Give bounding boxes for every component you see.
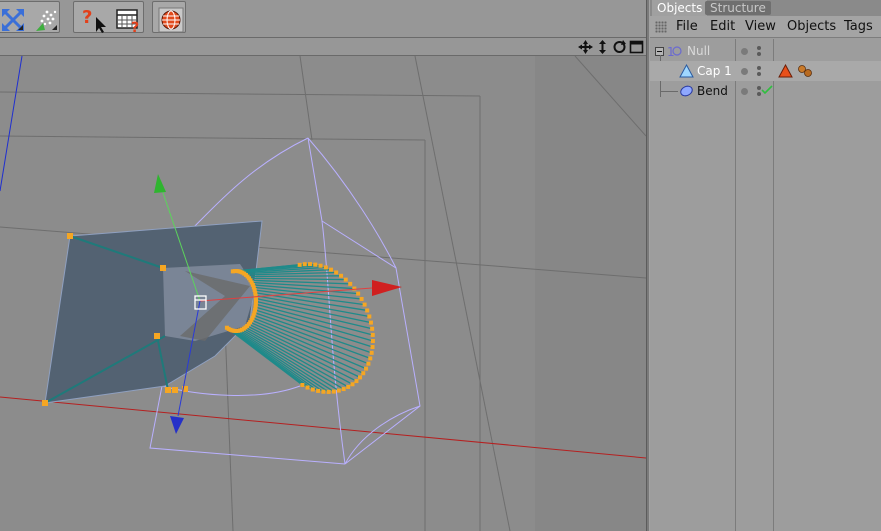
point	[316, 388, 321, 393]
point	[367, 314, 372, 319]
cap-edge	[247, 275, 342, 278]
object-list: 1 Null Cap 1 Bend	[650, 39, 881, 531]
point	[365, 308, 370, 313]
menu-tags[interactable]: Tags	[844, 19, 873, 34]
viewport-scene[interactable]	[0, 56, 646, 531]
point	[302, 262, 307, 267]
render-visibility-dot[interactable]	[757, 72, 761, 76]
point	[323, 265, 328, 270]
point	[359, 296, 364, 301]
cap-object-icon	[679, 64, 694, 78]
render-visibility-dot[interactable]	[757, 66, 761, 70]
tab-objects[interactable]: Objects	[652, 0, 708, 16]
3d-viewport[interactable]	[0, 38, 646, 531]
point	[370, 345, 375, 350]
render-globe-icon[interactable]	[155, 4, 184, 33]
move-view-icon[interactable]	[578, 40, 593, 54]
point	[352, 286, 357, 291]
toolbar-group-1	[0, 1, 60, 33]
editor-visibility-dot[interactable]	[741, 48, 748, 55]
null-object-icon: 1	[667, 45, 682, 59]
point	[310, 387, 315, 392]
point	[358, 375, 363, 380]
zoom-view-icon[interactable]	[595, 40, 610, 54]
object-name[interactable]: Null	[687, 44, 710, 58]
render-visibility-dot[interactable]	[757, 46, 761, 50]
point	[354, 379, 359, 384]
maximize-arrows-icon[interactable]	[0, 4, 25, 32]
point	[369, 350, 374, 355]
point	[318, 263, 323, 268]
point	[370, 339, 375, 344]
object-manager-menubar: File Edit View Objects Tags	[650, 16, 881, 38]
point	[326, 389, 331, 394]
rotate-view-icon[interactable]	[612, 40, 627, 54]
point	[336, 388, 341, 393]
point	[343, 277, 348, 282]
object-manager: Objects Structure File Edit View Objects…	[650, 0, 881, 531]
tab-structure[interactable]: Structure	[705, 1, 771, 15]
point	[366, 361, 371, 366]
point	[305, 385, 310, 390]
object-name[interactable]: Cap 1	[697, 64, 732, 78]
point	[300, 382, 305, 387]
bend-deformer-icon	[680, 85, 693, 97]
material-tag-icon[interactable]	[797, 64, 813, 78]
menu-view[interactable]: View	[745, 19, 776, 34]
point	[42, 400, 48, 406]
phong-tag-icon[interactable]	[778, 64, 793, 78]
menu-edit[interactable]: Edit	[710, 19, 735, 34]
object-row-cap[interactable]: Cap 1	[650, 61, 881, 81]
editor-visibility-dot[interactable]	[741, 88, 748, 95]
enabled-check-icon[interactable]	[761, 85, 773, 95]
toolbar-group-3	[152, 1, 186, 33]
point	[370, 332, 375, 337]
object-row-null[interactable]: 1 Null	[650, 41, 881, 61]
calendar-help-icon[interactable]: ?	[112, 4, 142, 34]
point	[224, 325, 229, 330]
point	[341, 387, 346, 392]
point	[67, 233, 73, 239]
column-divider	[735, 39, 736, 531]
point	[346, 384, 351, 389]
grip-icon[interactable]	[655, 21, 667, 33]
point	[350, 382, 355, 387]
object-row-bend[interactable]: Bend	[650, 81, 881, 101]
point	[321, 389, 326, 394]
point	[362, 302, 367, 307]
maximize-view-icon[interactable]	[629, 40, 644, 54]
point	[368, 320, 373, 325]
column-divider	[773, 39, 774, 531]
editor-visibility-dot[interactable]	[741, 68, 748, 75]
point	[370, 326, 375, 331]
point	[364, 366, 369, 371]
point	[297, 262, 302, 267]
point	[361, 371, 366, 376]
point	[348, 281, 353, 286]
point	[307, 262, 312, 267]
point	[165, 387, 171, 393]
toolbar-group-2: ? ?	[73, 1, 144, 34]
viewport-header	[0, 38, 646, 56]
object-name[interactable]: Bend	[697, 84, 728, 98]
point	[356, 291, 361, 296]
point	[154, 333, 160, 339]
point	[160, 265, 166, 271]
svg-text:?: ?	[82, 7, 92, 28]
main-toolbar: ? ?	[0, 0, 646, 38]
point	[368, 356, 373, 361]
point	[313, 262, 318, 267]
point	[331, 389, 336, 394]
render-visibility-dot[interactable]	[757, 52, 761, 56]
help-cursor-icon[interactable]: ?	[77, 4, 109, 33]
point	[339, 273, 344, 278]
menu-objects[interactable]: Objects	[787, 19, 836, 34]
particles-icon[interactable]	[31, 4, 59, 32]
panel-tabs: Objects Structure	[650, 0, 881, 16]
point	[334, 270, 339, 275]
menu-file[interactable]: File	[676, 19, 698, 34]
svg-text:?: ?	[131, 20, 139, 34]
point	[172, 387, 178, 393]
point	[329, 267, 334, 272]
